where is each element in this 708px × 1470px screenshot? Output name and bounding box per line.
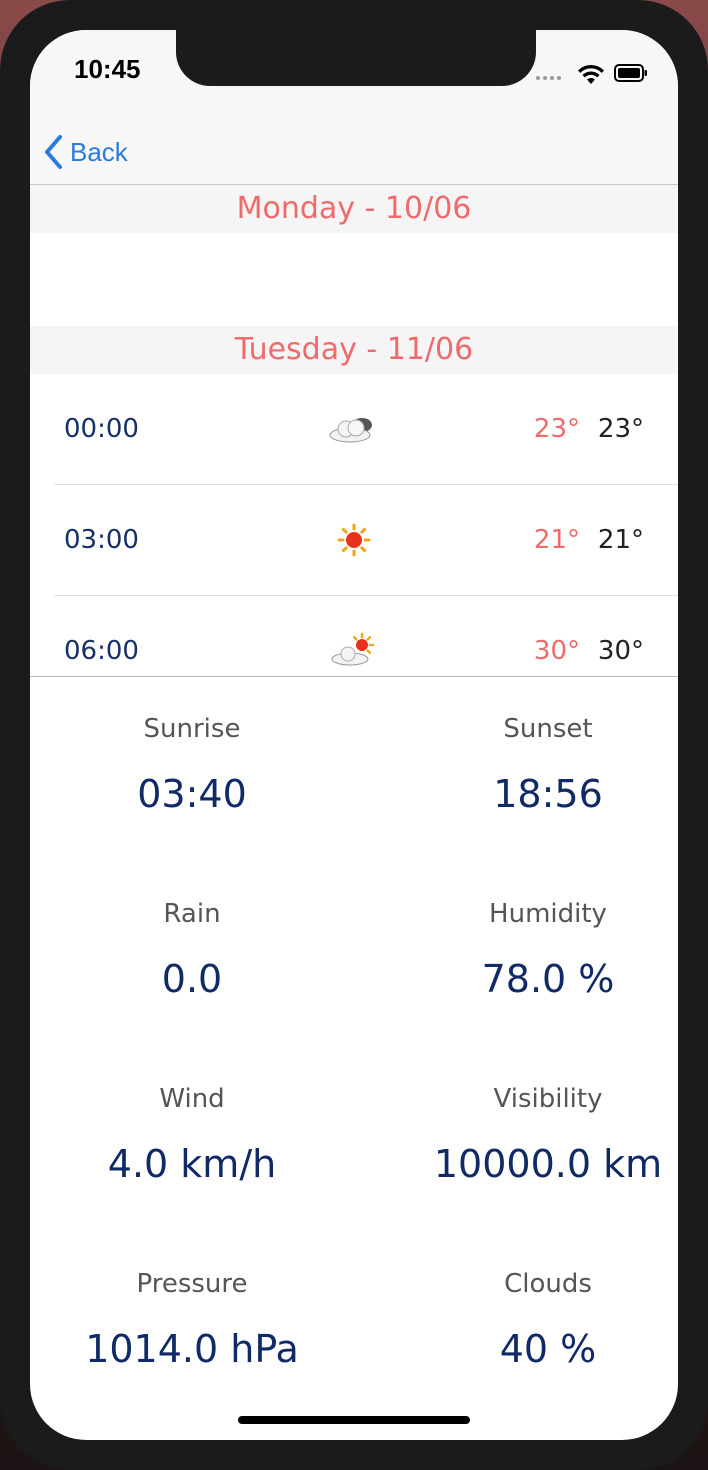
detail-clouds: Clouds 40 % [386, 1269, 678, 1371]
detail-label: Humidity [489, 899, 607, 929]
back-button[interactable]: Back [42, 132, 128, 172]
forecast-max-temp: 21° [533, 525, 580, 555]
detail-pressure: Pressure 1014.0 hPa [30, 1269, 354, 1371]
detail-rain: Rain 0.0 [30, 899, 354, 1001]
detail-label: Wind [159, 1084, 225, 1114]
detail-label: Sunset [503, 714, 593, 744]
detail-label: Sunrise [143, 714, 241, 744]
forecast-min-temp: 21° [597, 525, 644, 555]
partly-cloudy-icon [331, 632, 375, 666]
detail-wind: Wind 4.0 km/h [30, 1084, 354, 1186]
back-label: Back [70, 136, 128, 167]
detail-label: Visibility [493, 1084, 603, 1114]
status-time: 10:45 [74, 54, 141, 84]
chevron-left-icon [45, 135, 62, 169]
detail-value: 4.0 km/h [107, 1142, 277, 1186]
detail-humidity: Humidity 78.0 % [386, 899, 678, 1001]
detail-sunset: Sunset 18:56 [386, 714, 678, 816]
forecast-max-temp: 23° [533, 414, 580, 444]
detail-label: Clouds [504, 1269, 592, 1299]
sun-icon [337, 523, 371, 557]
detail-value: 10000.0 km [433, 1142, 663, 1186]
detail-value: 0.0 [161, 957, 223, 1001]
detail-sunrise: Sunrise 03:40 [30, 714, 354, 816]
detail-value: 18:56 [493, 772, 603, 816]
detail-visibility: Visibility 10000.0 km [386, 1084, 678, 1186]
forecast-min-temp: 30° [597, 636, 644, 666]
detail-label: Rain [163, 899, 221, 929]
details-divider [30, 676, 678, 677]
battery-icon [614, 64, 647, 82]
forecast-row[interactable]: 03:00 21° 21° [30, 485, 678, 595]
phone-frame: 10:45 Back Monday - 10/06 Tuesday - 11/0… [0, 0, 708, 1470]
forecast-list[interactable]: Monday - 10/06 21:00 23° 23° Tuesday - 1… [30, 185, 678, 676]
detail-value: 40 % [499, 1327, 597, 1371]
cellular-signal-icon [536, 76, 561, 80]
section-header-tuesday: Tuesday - 11/06 [30, 326, 678, 374]
forecast-time: 03:00 [64, 525, 139, 555]
detail-value: 03:40 [137, 772, 247, 816]
navigation-bar: Back [30, 120, 678, 185]
detail-value: 1014.0 hPa [85, 1327, 299, 1371]
forecast-max-temp: 30° [533, 636, 580, 666]
forecast-time: 00:00 [64, 414, 139, 444]
detail-label: Pressure [136, 1269, 248, 1299]
home-indicator[interactable] [238, 1416, 470, 1424]
section-header-monday: Monday - 10/06 [30, 185, 678, 233]
screen: 10:45 Back Monday - 10/06 Tuesday - 11/0… [30, 30, 678, 1440]
cloud-icon [329, 418, 372, 443]
forecast-min-temp: 23° [597, 414, 644, 444]
forecast-time: 06:00 [64, 636, 139, 666]
wifi-icon [578, 64, 604, 84]
detail-value: 78.0 % [481, 957, 615, 1001]
notch [176, 30, 536, 86]
forecast-row[interactable]: 06:00 30° 30° [30, 596, 678, 676]
forecast-row[interactable]: 00:00 23° 23° [30, 374, 678, 484]
